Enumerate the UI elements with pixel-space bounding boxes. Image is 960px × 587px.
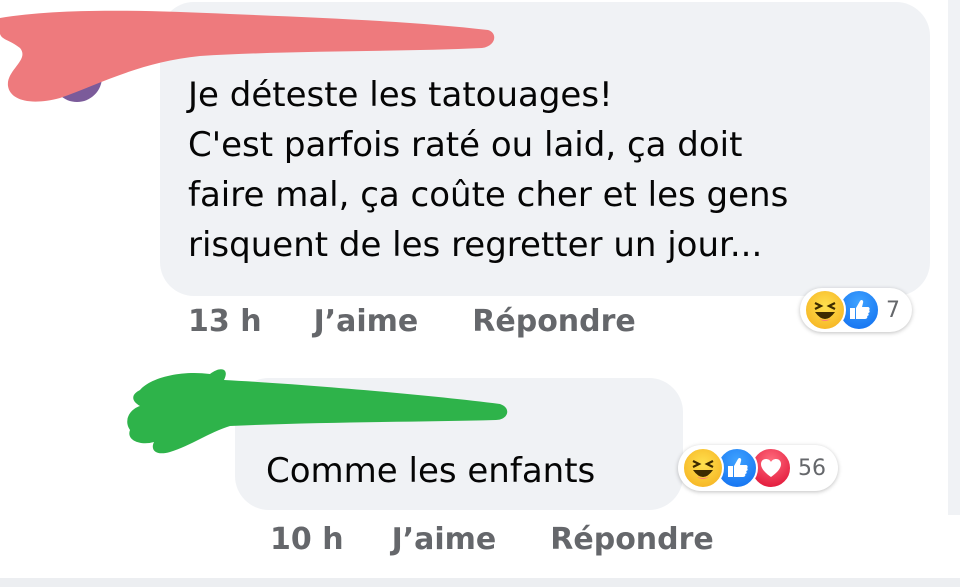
like-button[interactable]: J’aime bbox=[314, 304, 419, 339]
like-button[interactable]: J’aime bbox=[392, 522, 497, 557]
reply-button[interactable]: Répondre bbox=[472, 304, 636, 339]
comment-text: Je déteste les tatouages! C'est parfois … bbox=[188, 75, 789, 265]
reply-button[interactable]: Répondre bbox=[550, 522, 714, 557]
redaction-scribble-green bbox=[127, 369, 508, 454]
reaction-summary[interactable]: 7 bbox=[800, 288, 912, 332]
bottom-edge bbox=[0, 578, 960, 587]
comment-timestamp[interactable]: 10 h bbox=[270, 522, 344, 557]
comment-actions: 13 h J’aime Répondre bbox=[188, 304, 636, 339]
comment-timestamp[interactable]: 13 h bbox=[188, 304, 262, 339]
comment-actions: 10 h J’aime Répondre bbox=[270, 522, 714, 557]
haha-reaction-icon bbox=[804, 289, 846, 331]
comment-text: Comme les enfants bbox=[266, 451, 596, 491]
right-edge bbox=[948, 0, 960, 515]
reaction-count: 7 bbox=[886, 297, 900, 323]
reaction-count: 56 bbox=[798, 455, 826, 481]
haha-reaction-icon bbox=[682, 447, 724, 489]
reaction-summary[interactable]: 56 bbox=[678, 445, 838, 491]
